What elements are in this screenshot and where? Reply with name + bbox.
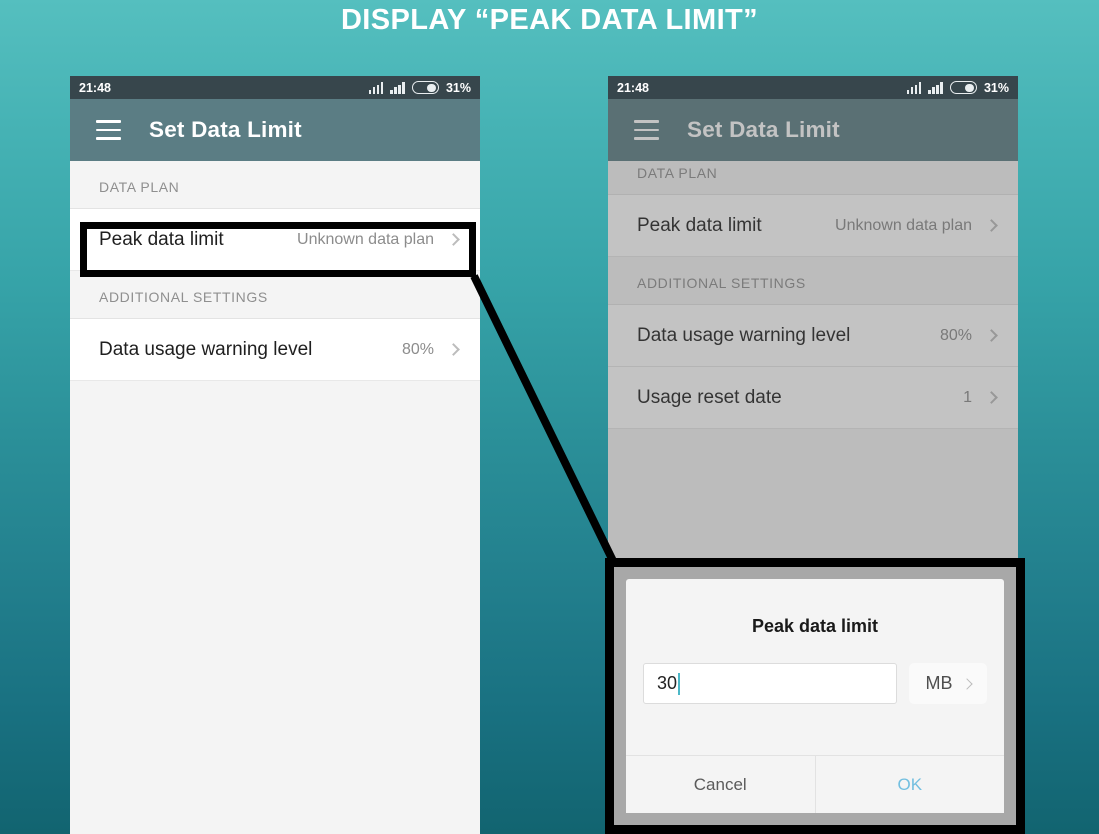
row-value: 80% xyxy=(401,340,434,358)
section-header-additional-settings: ADDITIONAL SETTINGS xyxy=(608,257,1018,305)
status-time: 21:48 xyxy=(617,80,649,95)
signal-bars-icon xyxy=(390,81,405,94)
unit-selector[interactable]: MB xyxy=(909,663,987,704)
row-value: 80% xyxy=(939,326,972,344)
dialog-annotation-frame: Peak data limit 30 MB Cancel OK xyxy=(605,558,1025,834)
row-label: Data usage warning level xyxy=(637,324,851,346)
row-data-usage-warning-level[interactable]: Data usage warning level 80% xyxy=(70,319,480,381)
phone-screen-right: 21:48 31% Set Data Limit DATA PLAN Peak … xyxy=(608,76,1018,570)
row-label: Peak data limit xyxy=(637,214,762,236)
row-label: Usage reset date xyxy=(637,386,782,408)
chevron-right-icon xyxy=(985,329,998,342)
battery-icon xyxy=(411,81,439,94)
hamburger-menu-icon[interactable] xyxy=(96,120,121,140)
dialog-actions: Cancel OK xyxy=(626,755,1004,813)
app-bar-title: Set Data Limit xyxy=(687,117,840,142)
page-title: DISPLAY “PEAK DATA LIMIT” xyxy=(340,4,759,36)
chevron-right-icon xyxy=(985,391,998,404)
app-bar-right: Set Data Limit xyxy=(608,99,1018,161)
chevron-right-icon xyxy=(960,677,973,690)
text-caret xyxy=(678,672,681,695)
list-empty-area xyxy=(70,381,480,781)
status-bar-right: 21:48 31% xyxy=(608,76,1018,99)
signal-bars-icon xyxy=(928,81,943,94)
highlight-annotation-box xyxy=(80,222,476,277)
battery-percent: 31% xyxy=(445,80,471,95)
cancel-button[interactable]: Cancel xyxy=(626,756,816,813)
settings-list-right: DATA PLAN Peak data limit Unknown data p… xyxy=(608,161,1018,570)
signal-bars-icon xyxy=(368,81,384,94)
ok-button[interactable]: OK xyxy=(815,756,1004,813)
row-label: Data usage warning level xyxy=(99,338,313,360)
chevron-right-icon xyxy=(985,219,998,232)
phone-screen-left: 21:48 31% Set Data Limit DATA PLAN Peak … xyxy=(70,76,480,834)
section-header-data-plan: DATA PLAN xyxy=(608,161,1018,195)
unit-label: MB xyxy=(925,673,953,693)
peak-data-limit-input[interactable]: 30 xyxy=(643,663,897,704)
signal-bars-icon xyxy=(906,81,922,94)
section-header-data-plan: DATA PLAN xyxy=(70,161,480,209)
input-value: 30 xyxy=(657,673,678,693)
peak-data-limit-dialog: Peak data limit 30 MB Cancel OK xyxy=(626,579,1004,813)
hamburger-menu-icon[interactable] xyxy=(634,120,659,140)
app-bar-title: Set Data Limit xyxy=(149,117,302,142)
row-data-usage-warning-level[interactable]: Data usage warning level 80% xyxy=(608,305,1018,367)
app-bar-left: Set Data Limit xyxy=(70,99,480,161)
row-usage-reset-date[interactable]: Usage reset date 1 xyxy=(608,367,1018,429)
status-time: 21:48 xyxy=(79,80,111,95)
battery-icon xyxy=(949,81,977,94)
list-empty-area xyxy=(608,429,1018,570)
row-value: 1 xyxy=(963,388,972,406)
row-value: Unknown data plan xyxy=(835,216,972,234)
dialog-title: Peak data limit xyxy=(751,616,879,636)
row-peak-data-limit[interactable]: Peak data limit Unknown data plan xyxy=(608,195,1018,257)
status-bar-left: 21:48 31% xyxy=(70,76,480,99)
chevron-right-icon xyxy=(447,343,460,356)
battery-percent: 31% xyxy=(983,80,1009,95)
section-header-additional-settings: ADDITIONAL SETTINGS xyxy=(70,271,480,319)
